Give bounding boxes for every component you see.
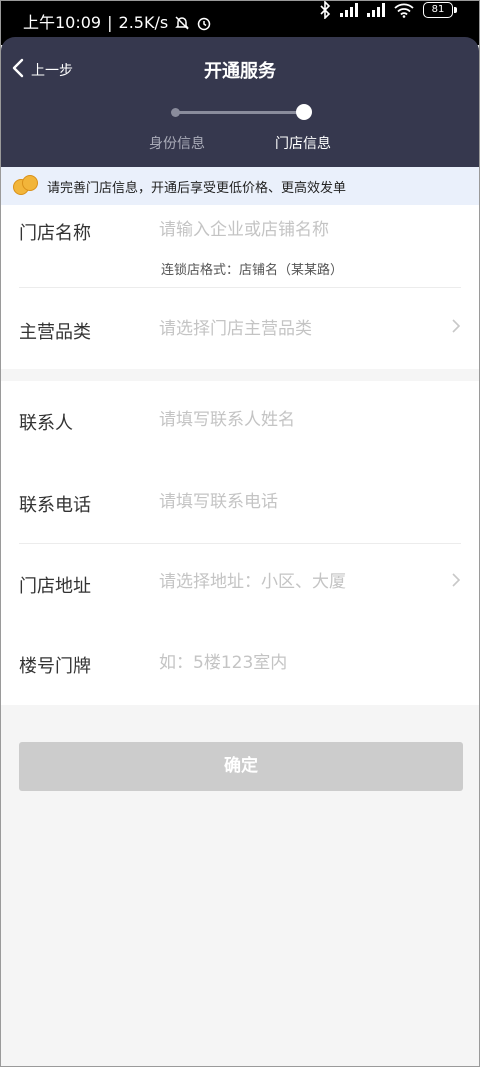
coins-icon <box>13 175 41 197</box>
chevron-right-icon <box>451 572 461 593</box>
unit-row: 楼号门牌 <box>1 624 479 705</box>
progress-stepper: 身份信息 门店信息 <box>1 103 479 163</box>
category-select[interactable] <box>159 316 439 342</box>
contact-row: 联系人 <box>1 381 479 461</box>
step-dot-store <box>296 104 312 120</box>
notice-banner: 请完善门店信息，开通后享受更低价格、更高效发单 <box>1 167 479 205</box>
category-label: 主营品类 <box>19 322 91 343</box>
store-name-row: 门店名称 连锁店格式：店铺名（某某路） <box>1 205 479 287</box>
page-header: 上一步 开通服务 身份信息 门店信息 <box>1 37 479 167</box>
bluetooth-icon <box>319 1 331 19</box>
store-name-input[interactable] <box>159 217 439 243</box>
phone-input[interactable] <box>159 489 439 515</box>
mute-bell-icon <box>174 15 190 31</box>
contact-section: 联系人 联系电话 门店地址 楼号门牌 <box>1 381 479 705</box>
stepper-line <box>177 111 303 114</box>
signal-icon-1 <box>340 3 358 17</box>
page-title: 开通服务 <box>204 61 276 82</box>
address-row[interactable]: 门店地址 <box>1 544 479 624</box>
step-label-store: 门店信息 <box>275 136 331 152</box>
contact-input[interactable] <box>159 407 439 433</box>
unit-label: 楼号门牌 <box>19 656 91 677</box>
signal-icon-2 <box>367 3 385 17</box>
store-name-hint: 连锁店格式：店铺名（某某路） <box>161 263 344 278</box>
contact-label: 联系人 <box>19 413 73 434</box>
battery-icon: 81 <box>423 2 457 18</box>
phone-row: 联系电话 <box>1 461 479 543</box>
address-select[interactable] <box>159 569 439 595</box>
alarm-icon <box>196 15 212 31</box>
unit-input[interactable] <box>159 650 439 676</box>
step-dot-identity <box>171 108 180 117</box>
category-row[interactable]: 主营品类 <box>1 288 479 369</box>
status-bar-right: 81 <box>319 1 457 19</box>
store-name-label: 门店名称 <box>19 223 91 244</box>
confirm-button[interactable]: 确定 <box>19 742 463 791</box>
address-label: 门店地址 <box>19 576 91 597</box>
chevron-right-icon <box>451 318 461 339</box>
store-info-section: 门店名称 连锁店格式：店铺名（某某路） 主营品类 <box>1 205 479 369</box>
wifi-icon <box>394 3 414 18</box>
step-label-identity: 身份信息 <box>149 136 205 152</box>
phone-label: 联系电话 <box>19 495 91 516</box>
app-frame: 上午10:09 | 2.5K/s 81 上一步 开通服务 身份信息 门店信息 请… <box>0 0 480 1067</box>
notice-text: 请完善门店信息，开通后享受更低价格、更高效发单 <box>47 180 347 196</box>
